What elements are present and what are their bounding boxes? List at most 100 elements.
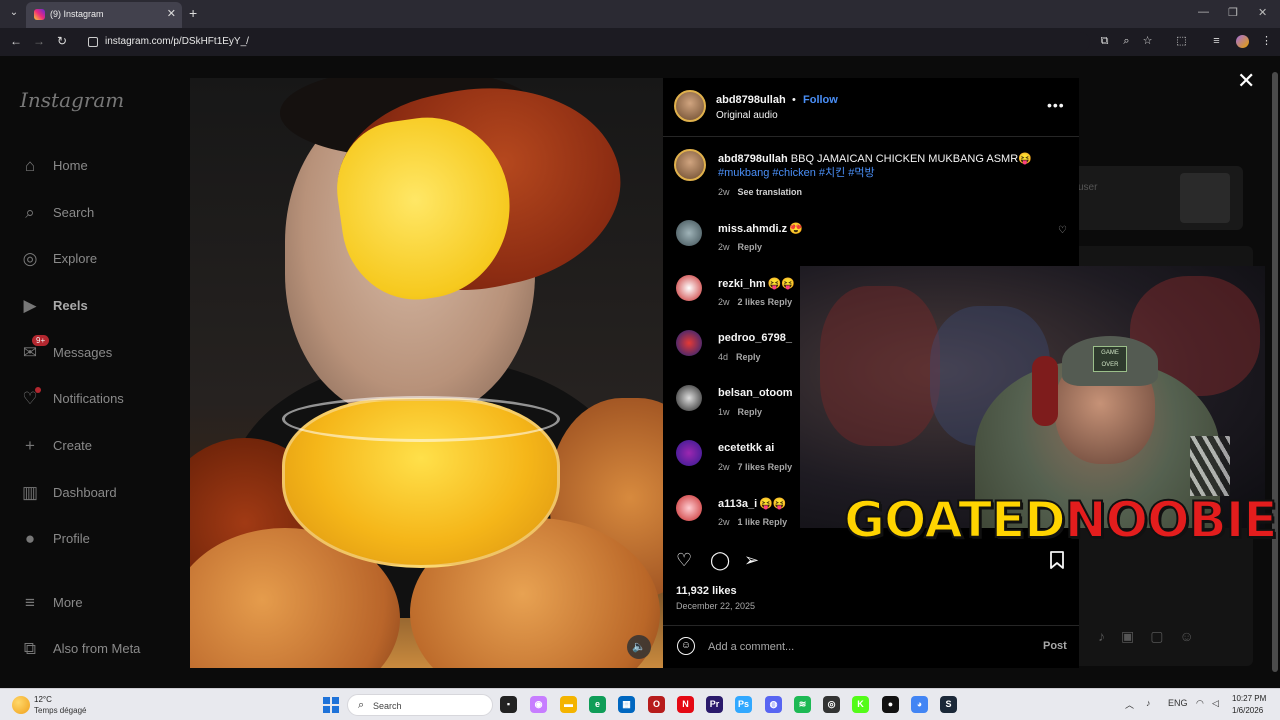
commenter-avatar[interactable] [676, 385, 702, 411]
follow-button[interactable]: Follow [803, 94, 838, 106]
commenter-username[interactable]: ecetetkk ai [718, 442, 774, 454]
emoji-icon[interactable]: ☺ [677, 637, 695, 655]
weather-description[interactable]: Temps dégagé [34, 706, 86, 715]
clock-date[interactable]: 1/6/2026 [1232, 706, 1263, 715]
reply-button[interactable]: Reply [763, 517, 788, 527]
comment-likes[interactable]: 2 likes [738, 297, 766, 307]
back-icon[interactable]: ← [10, 34, 22, 48]
file-explorer-icon[interactable]: ▬ [560, 696, 577, 713]
caption-hashtags[interactable]: #mukbang #chicken #치킨 #먹방 [718, 167, 875, 179]
taskbar-search[interactable]: ⌕ Search [347, 694, 493, 716]
author-username[interactable]: abd8798ullah [716, 94, 786, 106]
premiere-icon[interactable]: Pr [706, 696, 723, 713]
see-translation-link[interactable]: See translation [738, 187, 803, 197]
bookmark-star-icon[interactable]: ☆ [1141, 35, 1154, 48]
commenter-username[interactable]: belsan_otoom [718, 387, 793, 399]
reading-list-icon[interactable]: ≡ [1210, 35, 1223, 48]
caption-username[interactable]: abd8798ullah [718, 153, 788, 165]
photoshop-icon[interactable]: Ps [735, 696, 752, 713]
zoom-icon[interactable]: ⌕ [1120, 35, 1133, 48]
post-comment-button[interactable]: Post [1043, 640, 1067, 652]
weather-temperature[interactable]: 12°C [34, 695, 52, 704]
author-avatar[interactable] [674, 90, 706, 122]
window-close-icon[interactable]: ✕ [1258, 6, 1267, 19]
reply-button[interactable]: Reply [738, 407, 763, 417]
spotify-icon[interactable]: ≋ [794, 696, 811, 713]
copilot-icon[interactable]: ◉ [530, 696, 547, 713]
tab-close-icon[interactable]: ✕ [167, 7, 176, 20]
start-button[interactable] [323, 697, 339, 713]
browser-menu-icon[interactable]: ⋮ [1260, 35, 1273, 48]
share-icon[interactable]: ➢ [744, 550, 759, 570]
reply-button[interactable]: Reply [736, 352, 761, 362]
comment-likes[interactable]: 7 likes [738, 462, 766, 472]
tab-list-icon[interactable]: ⌄ [6, 5, 22, 21]
tray-overflow-icon[interactable]: ︿ [1125, 698, 1134, 711]
app-icon[interactable]: ◎ [823, 696, 840, 713]
discord-icon[interactable]: ◍ [765, 696, 782, 713]
sidebar-item-search[interactable]: ⌕ Search [20, 201, 180, 225]
forward-icon[interactable]: → [33, 34, 45, 48]
sidebar-item-more[interactable]: ≡ More [20, 591, 180, 615]
volume-icon[interactable]: ◁ [1212, 698, 1219, 709]
store-icon[interactable]: ▦ [618, 696, 635, 713]
reply-button[interactable]: Reply [738, 242, 763, 252]
site-info-icon[interactable] [88, 37, 98, 47]
clock-time[interactable]: 10:27 PM [1232, 694, 1266, 703]
minimize-icon[interactable]: — [1198, 6, 1209, 18]
page-scrollbar[interactable] [1272, 62, 1278, 682]
address-bar[interactable]: instagram.com/p/DSkHFt1EyY_/ [80, 32, 1090, 52]
opera-icon[interactable]: O [648, 696, 665, 713]
new-tab-button[interactable]: + [189, 5, 197, 21]
tray-mic-icon[interactable]: ♪ [1146, 698, 1151, 708]
scrollbar-thumb[interactable] [1272, 72, 1278, 672]
caption-avatar[interactable] [674, 149, 706, 181]
install-app-icon[interactable]: ⧉ [1098, 35, 1111, 48]
commenter-avatar[interactable] [676, 275, 702, 301]
comment-input[interactable] [708, 638, 1028, 656]
more-options-icon[interactable]: ••• [1047, 97, 1065, 113]
commenter-username[interactable]: pedroo_6798_ [718, 332, 792, 344]
post-video[interactable]: 🔈 [190, 78, 663, 668]
browser-tab[interactable]: (9) Instagram ✕ [26, 2, 182, 28]
comment-icon[interactable]: ◯ [710, 550, 730, 570]
commenter-avatar[interactable] [676, 495, 702, 521]
commenter-username[interactable]: rezki_hm 😝😝 [718, 277, 795, 290]
url-text[interactable]: instagram.com/p/DSkHFt1EyY_/ [105, 36, 249, 47]
kick-icon[interactable]: K [852, 696, 869, 713]
browser-profile-avatar[interactable] [1236, 35, 1249, 48]
commenter-avatar[interactable] [676, 330, 702, 356]
weather-icon[interactable] [12, 696, 30, 714]
commenter-avatar[interactable] [676, 440, 702, 466]
wifi-icon[interactable]: ◠ [1196, 698, 1204, 709]
commenter-username[interactable]: miss.ahmdi.z 😍 [718, 222, 803, 235]
reply-button[interactable]: Reply [768, 462, 793, 472]
edge-icon[interactable]: e [589, 696, 606, 713]
task-view-icon[interactable]: ▪ [500, 696, 517, 713]
comment-like-icon[interactable]: ♡ [1058, 225, 1067, 236]
extensions-icon[interactable]: ⬚ [1175, 35, 1188, 48]
steam-icon[interactable]: S [940, 696, 957, 713]
sidebar-item-also-from-meta[interactable]: ⧉ Also from Meta [20, 637, 180, 661]
mute-toggle-button[interactable]: 🔈 [627, 635, 651, 659]
comment-likes[interactable]: 1 like [738, 517, 761, 527]
sidebar-item-dashboard[interactable]: ▥ Dashboard [20, 481, 180, 505]
commenter-avatar[interactable] [676, 220, 702, 246]
sidebar-item-notifications[interactable]: ♡ Notifications [20, 387, 180, 411]
language-indicator[interactable]: ENG [1168, 698, 1188, 708]
netflix-icon[interactable]: N [677, 696, 694, 713]
commenter-username[interactable]: a113a_i 😝😝 [718, 497, 787, 510]
sidebar-item-messages[interactable]: ✉ 9+ Messages [20, 335, 180, 365]
close-modal-button[interactable]: ✕ [1237, 70, 1255, 92]
like-count[interactable]: 11,932 likes [676, 585, 737, 597]
sidebar-item-profile[interactable]: ● Profile [20, 527, 180, 551]
chrome-icon[interactable]: ◕ [911, 696, 928, 713]
like-icon[interactable]: ♡ [676, 550, 692, 570]
sidebar-item-create[interactable]: + Create [20, 434, 180, 458]
sidebar-item-explore[interactable]: ◎ Explore [20, 247, 180, 271]
maximize-icon[interactable]: ❐ [1228, 6, 1238, 19]
sidebar-item-reels[interactable]: ▶ Reels [20, 294, 180, 318]
sidebar-item-home[interactable]: ⌂ Home [20, 154, 180, 178]
reload-icon[interactable]: ↻ [57, 34, 67, 48]
obs-icon[interactable]: ● [882, 696, 899, 713]
